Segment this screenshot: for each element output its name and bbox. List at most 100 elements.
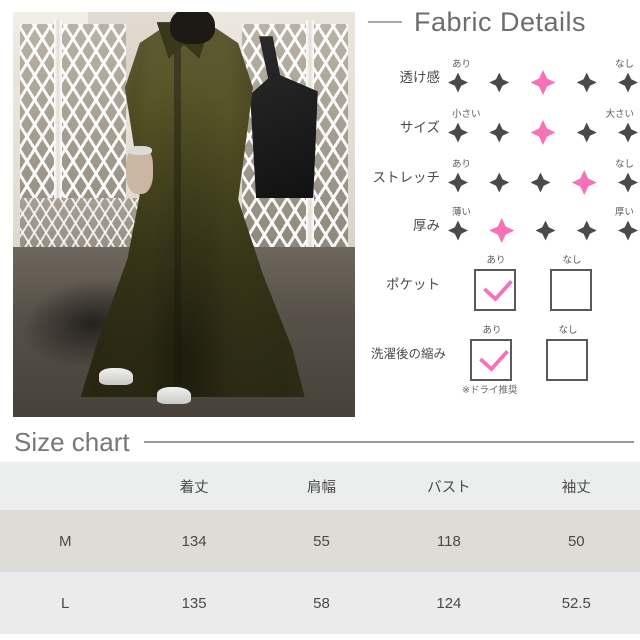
checkbox-shrinkage-yes[interactable] [470, 338, 512, 381]
attribute-label-sheerness: 透け感 [399, 69, 441, 85]
diamond-icon[interactable] [448, 122, 468, 143]
rating-scale-stretch: あり なし [446, 156, 640, 200]
cell-length: 135 [181, 594, 207, 612]
diamond-icon[interactable] [448, 220, 468, 241]
fabric-details-title: Fabric Details [414, 6, 587, 37]
photo-model-head [170, 12, 215, 45]
diamond-icon[interactable] [535, 220, 556, 241]
dry-clean-note: ※ドライ推奨 [462, 385, 518, 396]
cell-bust: 118 [436, 532, 461, 550]
cell-size: L [61, 594, 70, 612]
scale-captions-size: 小さい 大さい [446, 106, 640, 120]
checkbox-caption: あり [482, 325, 502, 336]
fabric-details-panel: Fabric Details 透け感 あり なし サイズ 小さい 大さい ストレ… [368, 0, 640, 422]
rating-scale-sheerness: あり なし [446, 56, 640, 100]
checkbox-caption: なし [562, 255, 582, 266]
rating-scale-size: 小さい 大さい [446, 106, 640, 150]
attribute-row-size: サイズ 小さい 大さい [368, 106, 640, 150]
diamond-icon[interactable] [618, 172, 638, 193]
fabric-details-heading: Fabric Details [368, 2, 640, 42]
column-header-bust: バスト [427, 479, 471, 496]
checkbox-pocket-yes[interactable] [474, 268, 516, 311]
column-header-sleeve: 袖丈 [561, 479, 591, 496]
heading-rule [368, 21, 402, 23]
table-header-row: 着丈 肩幅 バスト 袖丈 [0, 462, 640, 510]
column-header-size [0, 462, 130, 510]
checkbox-cell-no: なし [550, 256, 594, 311]
attribute-row-sheerness: 透け感 あり なし [368, 56, 640, 100]
diamond-track-thickness [446, 218, 640, 243]
scale-caption-right: なし [614, 59, 634, 70]
scale-caption-left: 小さい [452, 109, 481, 120]
checkbox-caption: あり [486, 255, 506, 266]
checkbox-group-pocket: あり なし [446, 256, 640, 314]
attribute-label-shrinkage: 洗濯後の縮み [370, 347, 446, 362]
diamond-icon[interactable] [618, 72, 638, 93]
attribute-row-pocket: ポケット あり なし [368, 256, 640, 314]
table-row: L 135 58 124 52.5 [0, 572, 640, 634]
scale-caption-right: 大さい [605, 109, 634, 120]
diamond-track-stretch [446, 170, 640, 195]
diamond-track-sheerness [446, 70, 640, 95]
scale-captions-stretch: あり なし [446, 156, 640, 170]
attribute-label-stretch: ストレッチ [372, 169, 441, 185]
rating-scale-thickness: 薄い 厚い [446, 204, 640, 248]
diamond-icon[interactable] [576, 122, 597, 143]
column-header-shoulder: 肩幅 [306, 479, 336, 496]
diamond-icon[interactable] [489, 122, 510, 143]
cell-sleeve: 52.5 [561, 594, 591, 612]
size-chart-heading: Size chart [14, 424, 634, 460]
diamond-icon[interactable] [618, 122, 638, 143]
checkbox-cell-yes: あり [474, 256, 518, 311]
attribute-label-thickness: 厚み [413, 217, 440, 233]
attribute-label-size: サイズ [399, 119, 440, 135]
checkbox-group-shrinkage: あり なし [448, 326, 640, 384]
scale-captions-thickness: 薄い 厚い [446, 204, 640, 218]
scale-caption-right: 厚い [614, 207, 634, 218]
cell-bust: 124 [436, 594, 462, 612]
diamond-icon[interactable] [530, 172, 551, 193]
cell-shoulder: 55 [313, 532, 330, 550]
diamond-icon[interactable] [618, 220, 638, 241]
photo-sneaker-left [98, 368, 133, 386]
diamond-icon-selected[interactable] [530, 70, 556, 95]
scale-captions-sheerness: あり なし [446, 56, 640, 70]
size-chart-table: 着丈 肩幅 バスト 袖丈 M 134 55 118 50 L 135 58 12… [0, 462, 640, 634]
diamond-icon-selected[interactable] [530, 120, 556, 145]
scale-caption-left: あり [452, 159, 472, 170]
scale-caption-left: 薄い [452, 207, 472, 218]
photo-dress-placket [173, 36, 182, 385]
cell-shoulder: 58 [313, 594, 330, 612]
attribute-row-shrinkage: 洗濯後の縮み あり なし [368, 326, 640, 384]
attribute-row-stretch: ストレッチ あり なし [368, 156, 640, 200]
checkbox-shrinkage-no[interactable] [546, 338, 588, 381]
checkbox-cell-no: なし [546, 326, 590, 381]
diamond-icon[interactable] [576, 220, 597, 241]
product-photo [13, 12, 355, 417]
checkbox-caption: なし [558, 325, 578, 336]
size-chart-title: Size chart [14, 426, 130, 457]
attribute-row-thickness: 厚み 薄い 厚い [368, 204, 640, 248]
cell-size: M [58, 532, 72, 550]
diamond-track-size [446, 120, 640, 145]
diamond-icon[interactable] [576, 72, 597, 93]
diamond-icon-selected[interactable] [571, 170, 597, 195]
fabric-details-section: Fabric Details 透け感 あり なし サイズ 小さい 大さい ストレ… [0, 0, 640, 422]
checkbox-cell-yes: あり [470, 326, 514, 381]
photo-sneaker-right [156, 386, 191, 404]
attribute-label-pocket: ポケット [386, 276, 440, 292]
cell-length: 134 [181, 532, 207, 550]
scale-caption-left: あり [452, 59, 472, 70]
diamond-icon-selected[interactable] [489, 218, 515, 243]
scale-caption-right: なし [614, 159, 634, 170]
diamond-icon[interactable] [489, 72, 510, 93]
size-chart-rule [143, 441, 634, 443]
check-icon [478, 340, 510, 372]
table-row: M 134 55 118 50 [0, 510, 640, 572]
diamond-icon[interactable] [448, 172, 468, 193]
checkbox-pocket-no[interactable] [550, 268, 592, 311]
column-header-length: 着丈 [179, 479, 209, 496]
diamond-icon[interactable] [489, 172, 510, 193]
photo-model-bracelet [127, 145, 152, 156]
diamond-icon[interactable] [448, 72, 468, 93]
